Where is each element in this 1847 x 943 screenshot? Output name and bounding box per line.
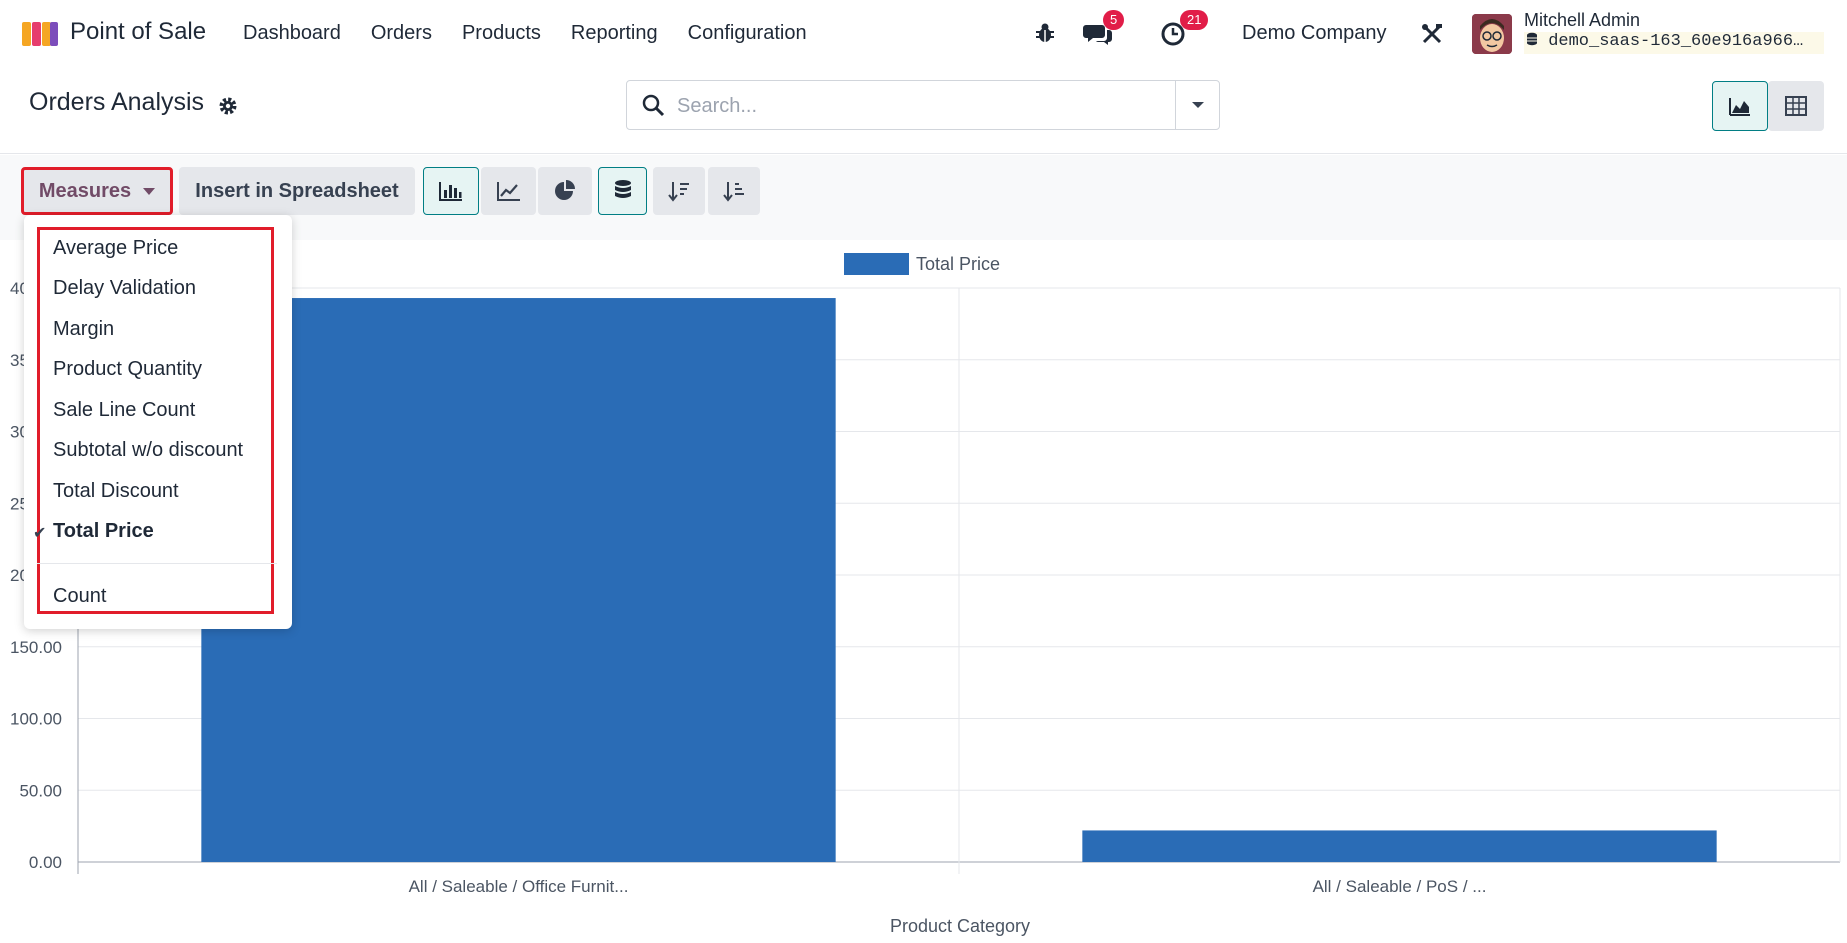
sort-descending-button[interactable] [653, 167, 705, 215]
bug-icon[interactable] [1034, 22, 1056, 44]
bar-chart-icon [439, 182, 462, 201]
y-tick-label: 0.00 [29, 853, 62, 872]
database-label: demo_saas-163_60e916a966… [1548, 32, 1804, 51]
avatar-face-icon [1472, 14, 1512, 54]
gear-icon[interactable] [218, 96, 238, 116]
legend-swatch[interactable] [844, 253, 909, 275]
tools-icon[interactable] [1420, 22, 1444, 46]
database-icon [614, 180, 631, 198]
search-icon [642, 94, 665, 117]
database-icon [1527, 32, 1537, 46]
avatar[interactable] [1472, 14, 1512, 54]
measure-total-price[interactable]: Total Price [53, 520, 154, 543]
company-switcher[interactable]: Demo Company [1242, 22, 1387, 45]
measures-button[interactable]: Measures [21, 167, 173, 215]
measures-dropdown: Average Price Delay Validation Margin Pr… [24, 215, 292, 629]
database-name: demo_saas-163_60e916a966… [1524, 32, 1824, 54]
messages-button[interactable]: 5 [1083, 10, 1125, 54]
table-icon [1785, 96, 1807, 116]
menu-dashboard[interactable]: Dashboard [243, 22, 341, 45]
sort-descending-icon [668, 182, 689, 202]
menu-configuration[interactable]: Configuration [688, 22, 807, 45]
caret-down-icon [143, 187, 156, 195]
pie-chart-icon [555, 180, 575, 200]
search-options-toggle[interactable] [1175, 81, 1219, 129]
top-navbar: Point of Sale Dashboard Orders Products … [0, 0, 1847, 66]
measure-margin[interactable]: Margin [53, 318, 114, 341]
measure-average-price[interactable]: Average Price [53, 237, 178, 260]
line-chart-icon [496, 182, 520, 201]
insert-spreadsheet-button[interactable]: Insert in Spreadsheet [179, 167, 415, 215]
measure-total-discount[interactable]: Total Discount [53, 480, 179, 503]
app-name[interactable]: Point of Sale [70, 18, 206, 46]
dropdown-divider [37, 563, 277, 564]
line-chart-button[interactable] [481, 167, 536, 215]
search-bar: Search... [626, 80, 1220, 130]
pivot-view-button[interactable] [1768, 81, 1824, 131]
area-chart-icon [1729, 98, 1750, 116]
user-name[interactable]: Mitchell Admin [1524, 10, 1640, 31]
caret-down-icon [1192, 102, 1204, 108]
bar[interactable] [201, 298, 836, 862]
legend-label[interactable]: Total Price [916, 254, 1000, 274]
main-menu: Dashboard Orders Products Reporting Conf… [243, 22, 837, 45]
app-logo-icon[interactable] [20, 20, 60, 48]
y-tick-label: 100.00 [10, 710, 62, 729]
pie-chart-button[interactable] [538, 167, 592, 215]
measures-label: Measures [38, 179, 132, 202]
measure-delay-validation[interactable]: Delay Validation [53, 277, 196, 300]
x-axis-title: Product Category [890, 916, 1030, 936]
measure-product-quantity[interactable]: Product Quantity [53, 358, 202, 381]
y-tick-label: 50.00 [19, 781, 62, 800]
measure-count[interactable]: Count [53, 585, 106, 608]
search-input[interactable]: Search... [677, 95, 757, 118]
bar[interactable] [1082, 830, 1717, 862]
sort-ascending-button[interactable] [708, 167, 760, 215]
control-panel: Orders Analysis Search... [0, 66, 1847, 154]
menu-products[interactable]: Products [462, 22, 541, 45]
page-title: Orders Analysis [29, 88, 205, 116]
activities-badge: 21 [1180, 10, 1209, 30]
menu-orders[interactable]: Orders [371, 22, 432, 45]
messages-badge: 5 [1103, 10, 1125, 30]
stacked-button[interactable] [598, 167, 647, 215]
bar-chart-button[interactable] [423, 167, 479, 215]
x-tick-label: All / Saleable / Office Furnit... [409, 877, 629, 896]
menu-reporting[interactable]: Reporting [571, 22, 658, 45]
check-icon: ✔ [33, 525, 47, 542]
measure-sale-line-count[interactable]: Sale Line Count [53, 399, 195, 422]
measure-subtotal-wo-discount[interactable]: Subtotal w/o discount [53, 439, 243, 462]
y-tick-label: 150.00 [10, 638, 62, 657]
x-tick-label: All / Saleable / PoS / ... [1313, 877, 1487, 896]
graph-view-button[interactable] [1712, 81, 1768, 131]
activities-button[interactable]: 21 [1160, 10, 1209, 54]
sort-ascending-icon [723, 182, 744, 202]
